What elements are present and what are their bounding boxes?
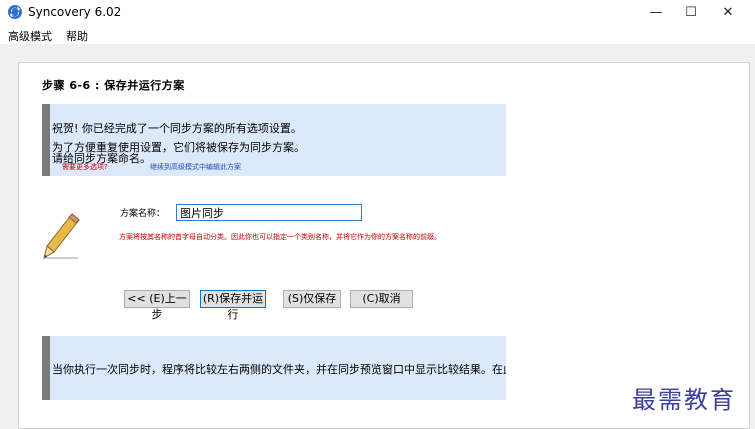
cancel-button[interactable]: (C)取消 <box>350 290 413 308</box>
watermark-text: 最需教育 <box>632 386 736 414</box>
bottom-info-text: 当你执行一次同步时，程序将比较左右两侧的文件夹，并在同步预览窗口中显示比较结果。… <box>52 363 506 376</box>
info-panel-bar <box>42 104 50 176</box>
step-title: 步骤 6-6 : 保存并运行方案 <box>42 79 185 92</box>
scheme-name-label: 方案名称： <box>120 209 166 219</box>
more-options-link[interactable]: 需要更多选项? <box>62 162 108 172</box>
close-button[interactable]: ✕ <box>705 0 751 26</box>
syncovery-app-icon <box>8 5 22 19</box>
title-bar: Syncovery 6.02 — ☐ ✕ <box>0 0 755 26</box>
pencil-icon <box>42 212 82 260</box>
info-congrats-text: 祝贺! 你已经完成了一个同步方案的所有选项设置。 <box>52 122 302 135</box>
menu-advanced-mode[interactable]: 高级模式 <box>8 28 52 44</box>
window-title: Syncovery 6.02 <box>28 5 122 19</box>
advanced-mode-link[interactable]: 继续到高级模式中编辑此方案 <box>150 162 241 172</box>
menu-help[interactable]: 帮助 <box>66 28 88 44</box>
scheme-name-input[interactable] <box>176 204 362 221</box>
menu-bar: 高级模式 帮助 <box>0 26 755 44</box>
back-button[interactable]: << (E)上一步 <box>124 290 190 321</box>
save-only-button[interactable]: (S)仅保存 <box>283 290 341 308</box>
scheme-name-hint: 方案将按其名称的首字母自动分类。因此你也可以指定一个类别名称，并将它作为你的方案… <box>119 233 441 241</box>
save-and-run-button[interactable]: (R)保存并运行 <box>200 290 266 321</box>
bottom-info-bar <box>42 336 50 400</box>
